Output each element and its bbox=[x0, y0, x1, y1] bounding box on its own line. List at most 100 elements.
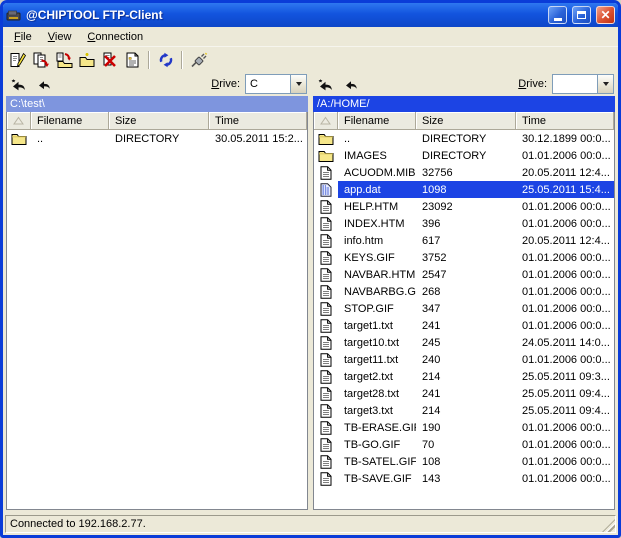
doc-icon bbox=[314, 402, 338, 419]
up-arrow-star-icon bbox=[317, 77, 334, 91]
time-cell: 01.01.2006 00:0... bbox=[516, 266, 614, 283]
file-row[interactable]: STOP.GIF34701.01.2006 00:0... bbox=[314, 300, 614, 317]
edit-file-button[interactable] bbox=[6, 49, 29, 71]
doc-icon bbox=[314, 470, 338, 487]
time-cell: 01.01.2006 00:0... bbox=[516, 249, 614, 266]
file-row[interactable]: info.htm61720.05.2011 12:4... bbox=[314, 232, 614, 249]
file-row[interactable]: NAVBARBG.GIF26801.01.2006 00:0... bbox=[314, 283, 614, 300]
filename-cell: .. bbox=[338, 130, 416, 147]
remote-drive-label: Drive: bbox=[518, 78, 547, 90]
remote-path-bar: /A:/HOME/ bbox=[313, 96, 615, 112]
file-row[interactable]: ..DIRECTORY30.12.1899 00:0... bbox=[314, 130, 614, 147]
new-folder-button[interactable] bbox=[75, 49, 98, 71]
file-row[interactable]: target3.txt21425.05.2011 09:4... bbox=[314, 402, 614, 419]
file-row[interactable]: target11.txt24001.01.2006 00:0... bbox=[314, 351, 614, 368]
sort-indicator[interactable] bbox=[314, 112, 338, 130]
size-cell: 396 bbox=[416, 215, 516, 232]
menu-item-view[interactable]: View bbox=[40, 29, 80, 45]
column-header-size[interactable]: Size bbox=[416, 112, 516, 130]
file-row[interactable]: KEYS.GIF375201.01.2006 00:0... bbox=[314, 249, 614, 266]
doc-icon bbox=[314, 283, 338, 300]
file-row[interactable]: TB-SAVE.GIF14301.01.2006 00:0... bbox=[314, 470, 614, 487]
column-header-filename[interactable]: Filename bbox=[31, 112, 109, 130]
filename-cell: IMAGES bbox=[338, 147, 416, 164]
menu-item-file[interactable]: File bbox=[6, 29, 40, 45]
filename-cell: TB-GO.GIF bbox=[338, 436, 416, 453]
time-cell: 01.01.2006 00:0... bbox=[516, 283, 614, 300]
column-header-size[interactable]: Size bbox=[109, 112, 209, 130]
local-drive-combo[interactable]: C bbox=[245, 74, 307, 94]
delete-file-button[interactable] bbox=[98, 49, 121, 71]
file-row[interactable]: target10.txt24524.05.2011 14:0... bbox=[314, 334, 614, 351]
maximize-button[interactable] bbox=[572, 6, 591, 24]
filename-cell: target1.txt bbox=[338, 317, 416, 334]
time-cell: 30.12.1899 00:0... bbox=[516, 130, 614, 147]
file-row[interactable]: target2.txt21425.05.2011 09:3... bbox=[314, 368, 614, 385]
remote-dir-up-button[interactable] bbox=[314, 75, 336, 93]
titlebar[interactable]: @CHIPTOOL FTP-Client ✕ bbox=[3, 3, 618, 27]
local-drive-dropdown-button[interactable] bbox=[290, 75, 306, 93]
filename-cell: KEYS.GIF bbox=[338, 249, 416, 266]
chevron-down-icon bbox=[296, 82, 302, 86]
app-icon bbox=[6, 7, 22, 23]
statusbar: Connected to 192.168.2.77. bbox=[3, 513, 618, 535]
size-cell: 240 bbox=[416, 351, 516, 368]
filename-cell: HELP.HTM bbox=[338, 198, 416, 215]
doc-icon bbox=[314, 198, 338, 215]
remote-dir-back-button[interactable] bbox=[339, 75, 361, 93]
maximize-icon bbox=[577, 11, 586, 19]
file-row[interactable]: HELP.HTM2309201.01.2006 00:0... bbox=[314, 198, 614, 215]
local-path-bar: C:\test\ bbox=[6, 96, 308, 112]
local-dir-back-button[interactable] bbox=[32, 75, 54, 93]
filename-cell: INDEX.HTM bbox=[338, 215, 416, 232]
file-row[interactable]: target1.txt24101.01.2006 00:0... bbox=[314, 317, 614, 334]
download-file-button[interactable] bbox=[52, 49, 75, 71]
doc-icon bbox=[314, 351, 338, 368]
close-button[interactable]: ✕ bbox=[596, 6, 615, 24]
refresh-button[interactable] bbox=[154, 49, 177, 71]
file-row[interactable]: TB-ERASE.GIF19001.01.2006 00:0... bbox=[314, 419, 614, 436]
connect-icon bbox=[190, 52, 208, 68]
menubar: FileViewConnection bbox=[3, 27, 618, 47]
delete-file-icon bbox=[101, 52, 119, 68]
remote-drive-combo[interactable] bbox=[552, 74, 614, 94]
file-properties-button[interactable] bbox=[121, 49, 144, 71]
filename-cell: info.htm bbox=[338, 232, 416, 249]
file-row[interactable]: TB-SATEL.GIF10801.01.2006 00:0... bbox=[314, 453, 614, 470]
local-dir-up-button[interactable] bbox=[7, 75, 29, 93]
filename-cell: target3.txt bbox=[338, 402, 416, 419]
minimize-button[interactable] bbox=[548, 6, 567, 24]
doc-icon bbox=[314, 385, 338, 402]
file-row[interactable]: ACUODM.MIB3275620.05.2011 12:4... bbox=[314, 164, 614, 181]
column-header-filename[interactable]: Filename bbox=[338, 112, 416, 130]
menu-item-connection[interactable]: Connection bbox=[79, 29, 151, 45]
time-cell: 20.05.2011 12:4... bbox=[516, 164, 614, 181]
time-cell: 24.05.2011 14:0... bbox=[516, 334, 614, 351]
file-row[interactable]: NAVBAR.HTM254701.01.2006 00:0... bbox=[314, 266, 614, 283]
time-cell: 01.01.2006 00:0... bbox=[516, 198, 614, 215]
local-drive-label: Drive: bbox=[211, 78, 240, 90]
local-list-header: Filename Size Time bbox=[7, 112, 307, 130]
file-row[interactable]: target28.txt24125.05.2011 09:4... bbox=[314, 385, 614, 402]
file-panes: Drive: C C:\test\ Filename Size Time ..D… bbox=[3, 72, 618, 513]
download-file-icon bbox=[55, 52, 73, 68]
doc-icon bbox=[314, 368, 338, 385]
remote-pane: Drive: /A:/HOME/ Filename Size Time ..DI… bbox=[313, 72, 615, 510]
file-row[interactable]: app.dat109825.05.2011 15:4... bbox=[314, 181, 614, 198]
size-cell: 214 bbox=[416, 402, 516, 419]
file-row[interactable]: TB-GO.GIF7001.01.2006 00:0... bbox=[314, 436, 614, 453]
doc-icon bbox=[314, 436, 338, 453]
copy-file-button[interactable] bbox=[29, 49, 52, 71]
file-row[interactable]: ..DIRECTORY30.05.2011 15:2... bbox=[7, 130, 307, 147]
sort-indicator[interactable] bbox=[7, 112, 31, 130]
remote-drive-dropdown-button[interactable] bbox=[597, 75, 613, 93]
filename-cell: NAVBARBG.GIF bbox=[338, 283, 416, 300]
file-row[interactable]: INDEX.HTM39601.01.2006 00:0... bbox=[314, 215, 614, 232]
connect-button[interactable] bbox=[187, 49, 210, 71]
column-header-time[interactable]: Time bbox=[209, 112, 307, 130]
file-row[interactable]: IMAGESDIRECTORY01.01.2006 00:0... bbox=[314, 147, 614, 164]
local-pane-toolbar: Drive: C bbox=[6, 72, 308, 96]
time-cell: 01.01.2006 00:0... bbox=[516, 147, 614, 164]
column-header-time[interactable]: Time bbox=[516, 112, 614, 130]
time-cell: 01.01.2006 00:0... bbox=[516, 470, 614, 487]
